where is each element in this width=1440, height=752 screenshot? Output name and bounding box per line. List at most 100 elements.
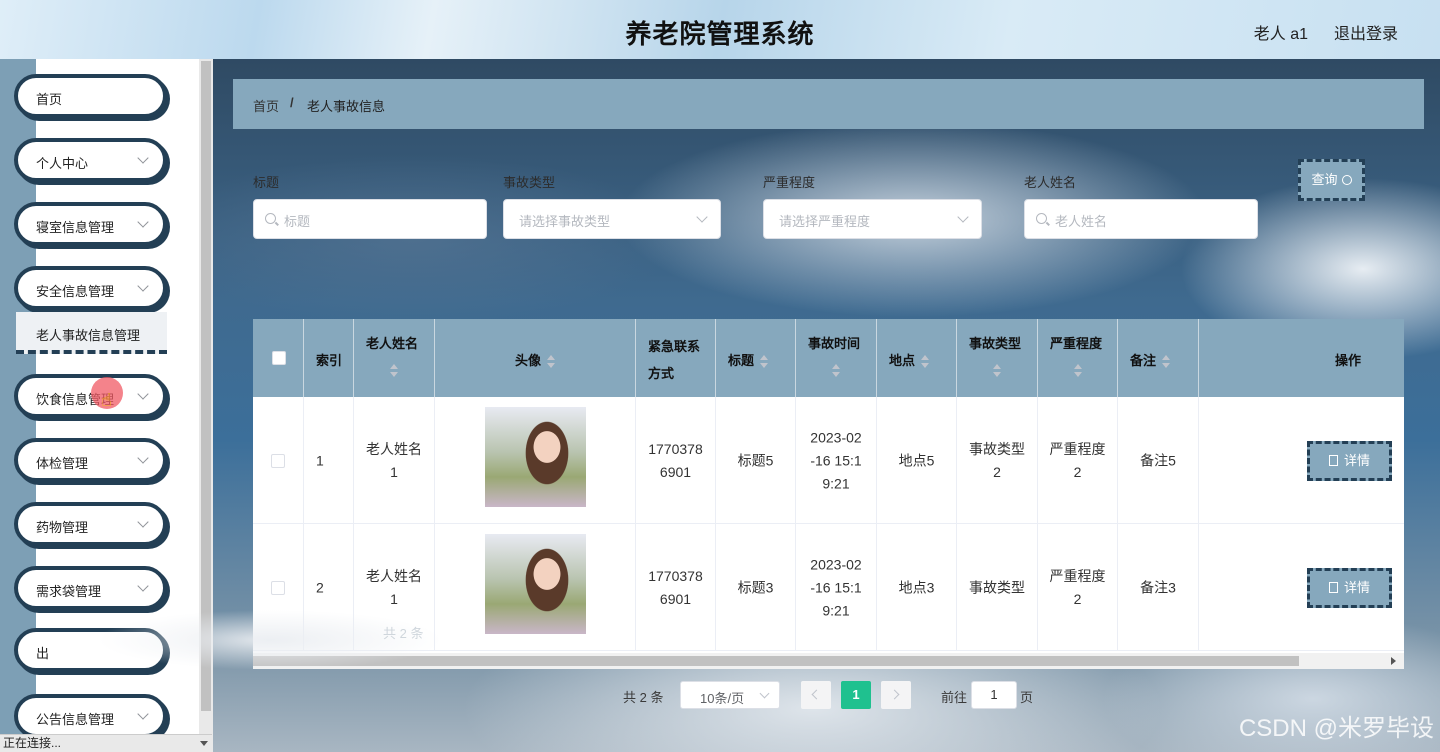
severity-select[interactable]: 请选择严重程度 <box>763 199 982 239</box>
sidebar-item-home[interactable]: 首页 <box>14 74 167 118</box>
sidebar-item-label: 安全信息管理 <box>36 284 115 299</box>
select-placeholder: 请选择严重程度 <box>779 214 871 229</box>
breadcrumb-home[interactable]: 首页 <box>253 96 279 115</box>
next-page-button[interactable] <box>881 681 911 709</box>
breadcrumb-current: 老人事故信息 <box>307 99 386 114</box>
query-button-label: 查询 <box>1311 172 1338 187</box>
submenu-accident-info[interactable]: 老人事故信息管理 <box>16 312 167 354</box>
page-suffix: 页 <box>1020 690 1034 705</box>
cell-title: 标题5 <box>716 397 796 524</box>
chevron-down-icon <box>759 688 770 699</box>
cell-text: 严重程度 2 <box>1049 567 1106 607</box>
sidebar-item-label: 药物管理 <box>36 520 89 535</box>
chevron-down-icon[interactable] <box>200 741 208 750</box>
sort-icon[interactable] <box>832 364 840 378</box>
chevron-down-icon <box>137 152 149 164</box>
sort-icon[interactable] <box>760 354 769 369</box>
sidebar-item-label: 公告信息管理 <box>36 712 115 727</box>
logout-link[interactable]: 退出登录 <box>1334 20 1398 44</box>
sidebar-item-label: 个人中心 <box>36 156 89 171</box>
breadcrumb: 首页 / 老人事故信息 <box>233 79 1424 129</box>
cell-text: 备注5 <box>1140 452 1176 468</box>
cell-text: 地点3 <box>898 579 935 595</box>
header-time[interactable]: 事故时间 <box>796 319 877 397</box>
cell-text: 地点5 <box>898 452 935 468</box>
chevron-down-icon <box>137 708 149 720</box>
sort-icon[interactable] <box>993 364 1001 378</box>
cell-text: 2023-02 -16 15:1 9:21 <box>810 429 862 491</box>
chevron-left-icon <box>811 689 822 700</box>
search-icon <box>265 213 276 224</box>
sort-icon[interactable] <box>921 354 930 369</box>
sidebar-item-label: 寝室信息管理 <box>36 220 115 235</box>
sidebar-item-notice[interactable]: 公告信息管理 <box>14 694 167 738</box>
title-search-input[interactable]: 标题 <box>253 199 487 239</box>
top-header: 养老院管理系统 老人 a1 退出登录 <box>0 0 1440 59</box>
detail-button[interactable]: 详情 <box>1307 568 1392 608</box>
hand-cursor-icon: ☝ <box>101 390 112 410</box>
cell-title: 标题3 <box>716 524 796 651</box>
scroll-right-arrow-icon[interactable] <box>1391 657 1400 665</box>
header-label: 紧急联系 <box>648 339 701 354</box>
cell-contact: 1770378 6901 <box>636 524 716 651</box>
sort-icon[interactable] <box>390 364 398 378</box>
row-checkbox[interactable] <box>271 454 285 468</box>
header-label: 标题 <box>728 353 755 368</box>
filter-type-label: 事故类型 <box>503 175 556 190</box>
search-icon <box>1036 213 1047 224</box>
sort-icon[interactable] <box>1074 364 1082 378</box>
header-title[interactable]: 标题 <box>716 319 796 397</box>
detail-button[interactable]: 详情 <box>1307 441 1392 481</box>
cell-severity: 严重程度 2 <box>1038 524 1118 651</box>
pagination-total: 共 2 条 <box>623 690 664 705</box>
select-all-checkbox[interactable] <box>272 351 286 365</box>
cell-text: 2023-02 -16 15:1 9:21 <box>810 556 862 618</box>
row-checkbox[interactable] <box>271 581 285 595</box>
header-remark[interactable]: 备注 <box>1118 319 1199 397</box>
submenu-label: 老人事故信息管理 <box>36 328 141 343</box>
header-label: 方式 <box>648 366 675 381</box>
header-index: 索引 <box>304 319 354 397</box>
elder-name-input[interactable]: 老人姓名 <box>1024 199 1258 239</box>
sidebar-item-safety[interactable]: 安全信息管理 <box>14 266 167 310</box>
cell-text: 标题5 <box>737 452 774 468</box>
input-placeholder: 老人姓名 <box>1055 214 1108 229</box>
sort-icon[interactable] <box>547 354 555 369</box>
search-icon <box>1341 175 1352 185</box>
sidebar-item-dorm[interactable]: 寝室信息管理 <box>14 202 167 246</box>
chevron-right-icon <box>889 689 900 700</box>
cell-avatar <box>435 397 636 524</box>
input-placeholder: 标题 <box>284 214 311 229</box>
page-number-current[interactable]: 1 <box>841 681 871 709</box>
goto-label: 前往 <box>941 690 968 705</box>
header-type[interactable]: 事故类型 <box>957 319 1038 397</box>
breadcrumb-separator: / <box>290 95 294 110</box>
sidebar-item-medicine[interactable]: 药物管理 <box>14 502 167 546</box>
goto-page-input[interactable]: 1 <box>971 681 1017 709</box>
header-avatar[interactable]: 头像 <box>435 319 636 397</box>
page-size-select[interactable]: 10条/页 <box>680 681 780 709</box>
sidebar-item-profile[interactable]: 个人中心 <box>14 138 167 182</box>
select-placeholder: 请选择事故类型 <box>519 214 611 229</box>
header-place[interactable]: 地点 <box>877 319 957 397</box>
header-name[interactable]: 老人姓名 <box>354 319 435 397</box>
header-action: 操作 <box>1199 319 1404 397</box>
sidebar-item-checkup[interactable]: 体检管理 <box>14 438 167 482</box>
current-user: 老人 a1 <box>1253 26 1308 43</box>
cell-text: 老人姓名 1 <box>366 440 422 480</box>
table-row: 1 老人姓名 1 1770378 6901 标题5 2023-02 -16 15… <box>253 397 1404 524</box>
accident-type-select[interactable]: 请选择事故类型 <box>503 199 721 239</box>
query-button[interactable]: 查询 <box>1298 159 1365 201</box>
cell-text: 1 <box>316 452 324 468</box>
header-label: 事故时间 <box>808 336 861 351</box>
table-header: 索引 老人姓名 头像 紧急联系方式 标题 事故时间 地点 事故类型 严重程度 <box>253 319 1404 397</box>
cell-text: 事故类型 <box>969 579 1025 595</box>
header-severity[interactable]: 严重程度 <box>1038 319 1118 397</box>
cell-remark: 备注5 <box>1118 397 1199 524</box>
status-text: 正在连接... <box>3 736 62 750</box>
prev-page-button[interactable] <box>801 681 831 709</box>
sort-icon[interactable] <box>1162 354 1171 369</box>
header-label: 操作 <box>1335 353 1362 368</box>
sidebar-item-label: 体检管理 <box>36 456 89 471</box>
filter-title-label: 标题 <box>253 175 280 190</box>
